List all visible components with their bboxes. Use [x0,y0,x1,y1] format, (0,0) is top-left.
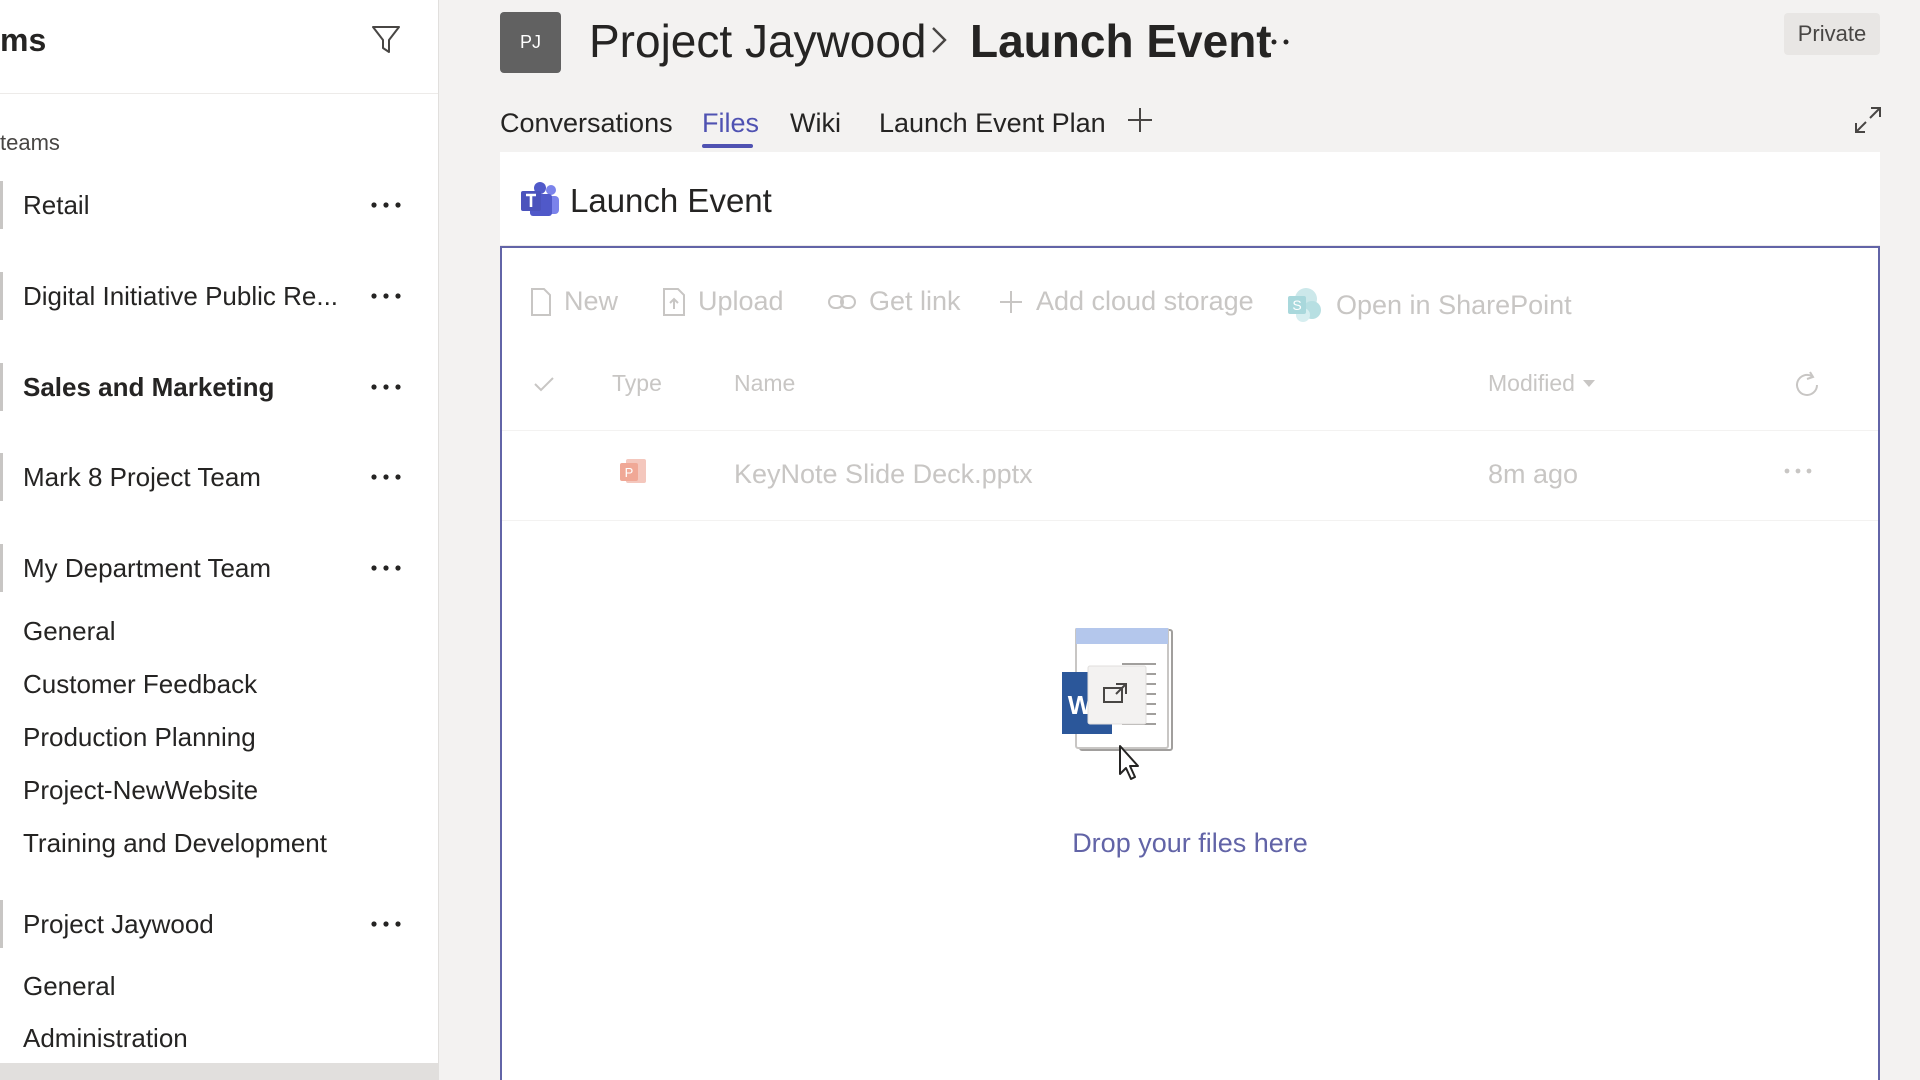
column-header-modified[interactable]: Modified [1488,370,1595,397]
column-header-modified-label: Modified [1488,370,1575,396]
add-cloud-storage-label: Add cloud storage [1036,286,1254,316]
refresh-icon[interactable] [1792,370,1822,405]
new-button[interactable]: New [530,286,618,317]
team-name: My Department Team [23,552,272,583]
drop-files-message: Drop your files here [1072,828,1308,858]
sidebar-header: ms [0,0,438,94]
svg-text:S: S [1292,297,1301,313]
teams-logo-icon [520,182,560,223]
team-item-project-jaywood[interactable]: Project Jaywood [0,894,439,954]
sort-caret-down-icon [1582,379,1595,387]
team-name: Sales and Marketing [23,371,275,402]
active-tab-indicator [702,144,753,148]
more-options-icon[interactable] [366,276,406,316]
tab-launch-event-plan[interactable]: Launch Event Plan [879,108,1106,139]
breadcrumb-team-name[interactable]: Project Jaywood [589,14,927,68]
team-indicator [0,363,3,411]
new-document-icon [531,287,551,316]
chevron-right-icon [928,22,950,63]
plus-icon [1000,290,1022,313]
filter-icon[interactable] [366,20,406,60]
get-link-label: Get link [869,286,961,316]
sharepoint-icon: S [1288,288,1321,322]
powerpoint-icon: P [618,457,648,492]
sidebar-scrollbar[interactable] [0,1063,439,1080]
channel-item-training-and-development[interactable]: Training and Development [23,828,327,859]
team-name: Retail [23,189,90,220]
panel-title-row: Launch Event [500,152,1880,246]
team-item-retail[interactable]: Retail [0,175,439,235]
get-link-button[interactable]: Get link [827,286,961,317]
team-indicator [0,272,3,320]
file-more-options-icon[interactable] [1778,451,1818,491]
channel-item-administration[interactable]: Administration [23,1023,188,1054]
breadcrumb-channel-name: Launch Event [970,15,1272,67]
sidebar-title: ms [0,22,47,58]
team-name: Project Jaywood [23,908,214,939]
channel-item-production-planning[interactable]: Production Planning [23,722,256,753]
team-indicator [0,900,3,948]
file-name[interactable]: KeyNote Slide Deck.pptx [734,459,1033,490]
more-options-icon[interactable] [366,185,406,225]
channel-item-general[interactable]: General [23,616,116,647]
team-indicator [0,181,3,229]
open-in-sharepoint-label: Open in SharePoint [1336,289,1572,320]
svg-text:P: P [625,465,634,480]
upload-label: Upload [698,286,784,316]
file-drop-zone[interactable]: New Upload Get link Add cloud storage S … [500,246,1880,1080]
privacy-badge: Private [1784,13,1880,55]
more-options-icon[interactable] [366,548,406,588]
more-options-icon[interactable] [366,367,406,407]
new-label: New [564,286,619,316]
column-header-name[interactable]: Name [734,370,795,397]
upload-icon [663,287,685,316]
tab-conversations[interactable]: Conversations [500,108,673,139]
sidebar: ms teams Retail Digital Initiative Publi… [0,0,439,1080]
channel-item-general[interactable]: General [23,971,116,1002]
channel-item-project-newwebsite[interactable]: Project-NewWebsite [23,775,258,806]
panel-title: Launch Event [570,182,772,219]
column-header-type[interactable]: Type [612,370,662,397]
link-icon [828,294,856,309]
expand-icon[interactable] [1848,100,1888,140]
tab-wiki[interactable]: Wiki [790,108,841,139]
team-item-my-department-team[interactable]: My Department Team [0,538,439,598]
tab-files[interactable]: Files [702,108,759,139]
upload-button[interactable]: Upload [662,286,784,317]
team-indicator [0,544,3,592]
team-indicator [0,453,3,501]
add-cloud-storage-button[interactable]: Add cloud storage [998,286,1254,317]
team-item-digital-initiative[interactable]: Digital Initiative Public Re... [0,266,439,326]
file-modified: 8m ago [1488,459,1579,489]
team-name: Mark 8 Project Team [23,461,261,492]
team-item-mark-8-project-team[interactable]: Mark 8 Project Team [0,447,439,507]
more-options-icon[interactable] [366,904,406,944]
open-in-sharepoint-button[interactable]: S Open in SharePoint [1286,286,1572,324]
select-all-checkmark-icon[interactable] [532,374,556,399]
files-panel: Launch Event New Upload Get link Add clo… [500,152,1880,1080]
more-options-icon[interactable] [366,457,406,497]
team-name: Digital Initiative Public Re... [23,280,339,311]
team-item-sales-and-marketing[interactable]: Sales and Marketing [0,357,439,417]
channel-item-customer-feedback[interactable]: Customer Feedback [23,669,257,700]
team-avatar: PJ [500,12,561,73]
section-label-teams: teams [0,130,60,155]
drag-file-illustration: W [1062,627,1186,782]
file-row[interactable]: P KeyNote Slide Deck.pptx 8m ago [502,431,1878,521]
channel-more-options-icon[interactable] [1256,24,1292,60]
add-tab-icon[interactable] [1122,102,1158,138]
